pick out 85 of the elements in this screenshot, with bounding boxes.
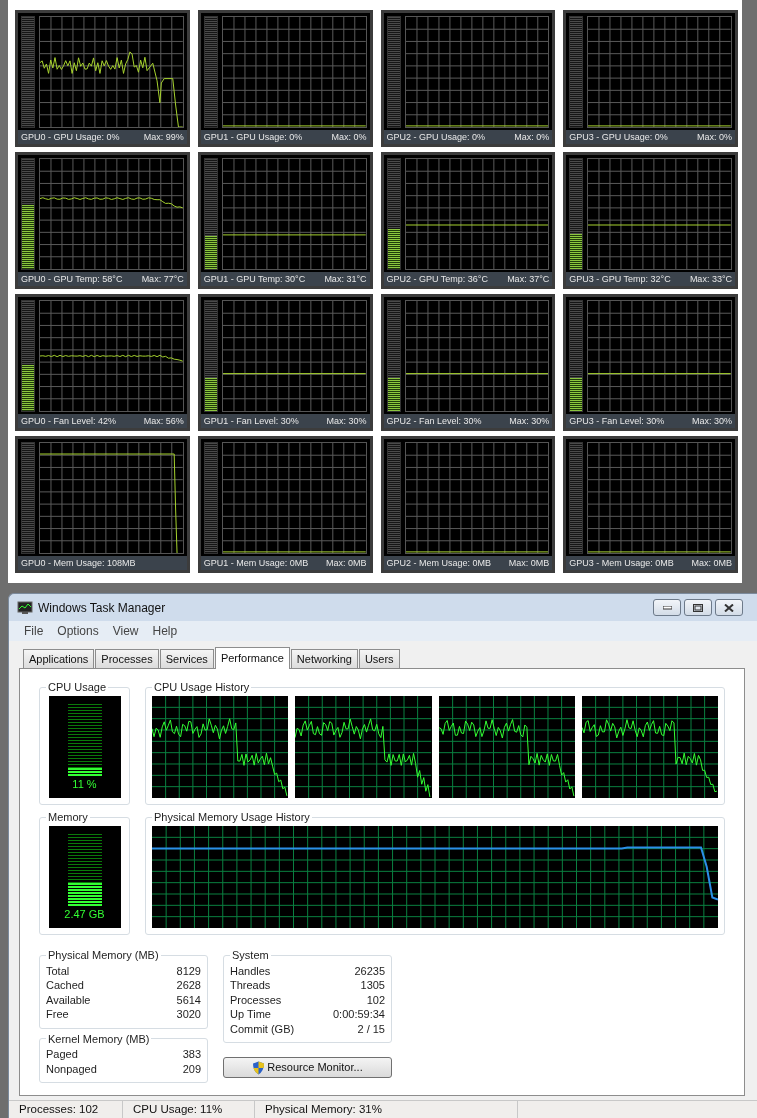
max-reading: Max: 30% (691, 416, 732, 426)
tab[interactable]: Performance (214, 647, 290, 669)
shield-icon (252, 1060, 266, 1075)
max-reading: Max: 30% (509, 416, 550, 426)
status-text: Physical Memory: 31% (255, 1101, 518, 1118)
stat-value: 209 (182, 1061, 201, 1076)
tab[interactable]: Processes (95, 649, 159, 668)
tab[interactable]: Users (358, 649, 400, 668)
group-title: Physical Memory Usage History (153, 810, 311, 825)
max-reading: Max: 99% (143, 132, 184, 142)
group-title: System (231, 948, 270, 963)
stat-value: 0:00:59:34 (333, 1007, 385, 1022)
gauge-label: GPU1 - Fan Level: 30% (203, 416, 299, 426)
gauge-label: GPU1 - GPU Temp: 30°C (203, 274, 306, 284)
tab[interactable]: Services (159, 649, 214, 668)
gauge-label: GPU0 - Mem Usage: 108MB (21, 558, 136, 568)
max-reading: Max: 31°C (324, 274, 367, 284)
stat-value: 2628 (176, 978, 201, 993)
menu-item[interactable]: Options (57, 622, 99, 640)
maximize-button[interactable] (684, 599, 712, 616)
menu-item[interactable]: File (24, 622, 44, 640)
max-reading: Max: 37°C (507, 274, 550, 284)
stat-value: 8129 (176, 963, 201, 978)
gauge-label: GPU2 - Mem Usage: 0MB (386, 558, 492, 568)
max-reading: Max: 0MB (326, 558, 367, 568)
monitor-icon (17, 600, 33, 615)
max-reading: Max: 0% (514, 132, 550, 142)
stat-label: Commit (GB) (230, 1021, 295, 1036)
max-reading: Max: 0% (331, 132, 367, 142)
group-title: Kernel Memory (MB) (47, 1031, 151, 1047)
stat-value: 102 (366, 992, 385, 1007)
stat-value: 26235 (354, 963, 385, 978)
maximize-icon (693, 603, 703, 612)
stat-label: Available (46, 992, 91, 1007)
menu-item[interactable]: View (112, 622, 139, 640)
group-title: CPU Usage (47, 680, 108, 695)
stat-label: Up Time (230, 1007, 271, 1022)
tab[interactable]: Applications (23, 649, 95, 668)
gauge-label: GPU3 - GPU Usage: 0% (569, 132, 668, 142)
status-text: CPU Usage: 11% (123, 1101, 255, 1118)
max-reading: Max: 56% (143, 416, 184, 426)
stat-value: 3020 (176, 1007, 201, 1022)
gauge-label: GPU3 - Mem Usage: 0MB (569, 558, 674, 568)
gauge-label: GPU0 - GPU Usage: 0% (21, 132, 120, 142)
minimize-button[interactable] (653, 599, 681, 616)
stat-label: Nonpaged (46, 1061, 97, 1076)
gauge-label: GPU0 - Fan Level: 42% (21, 416, 117, 426)
max-reading: Max: 0MB (508, 558, 550, 568)
group-title: CPU Usage History (153, 680, 251, 695)
group-title: Physical Memory (MB) (47, 948, 160, 963)
max-reading: Max: 77°C (141, 274, 184, 284)
window-title: Windows Task Manager (38, 599, 166, 617)
stat-label: Handles (230, 963, 271, 978)
tab[interactable]: Networking (290, 649, 358, 668)
max-reading: Max: 0MB (691, 558, 732, 568)
stat-label: Paged (46, 1047, 78, 1062)
gauge-label: GPU2 - GPU Usage: 0% (386, 132, 486, 142)
meter-reading: 2.47 GB (64, 908, 105, 920)
stat-value: 383 (182, 1047, 201, 1062)
gauge-label: GPU1 - Mem Usage: 0MB (203, 558, 309, 568)
stat-label: Free (46, 1007, 69, 1022)
max-reading: Max: 0% (697, 132, 732, 142)
stat-label: Threads (230, 978, 271, 993)
gauge-label: GPU1 - GPU Usage: 0% (203, 132, 303, 142)
stat-label: Processes (230, 992, 282, 1007)
stat-label: Cached (46, 978, 84, 993)
stat-label: Total (46, 963, 70, 978)
max-reading: Max: 30% (326, 416, 367, 426)
close-button[interactable] (715, 599, 743, 616)
stat-value: 1305 (360, 978, 385, 993)
gauge-label: GPU3 - GPU Temp: 32°C (569, 274, 671, 284)
gauge-label: GPU2 - Fan Level: 30% (386, 416, 482, 426)
group-title: Memory (47, 810, 89, 825)
stat-value: 2 / 15 (357, 1021, 385, 1036)
meter-reading: 11 % (72, 778, 97, 790)
gauge-label: GPU2 - GPU Temp: 36°C (386, 274, 488, 284)
menu-item[interactable]: Help (152, 622, 178, 640)
stat-value: 5614 (176, 992, 201, 1007)
gauge-label: GPU0 - GPU Temp: 58°C (21, 274, 123, 284)
resource-monitor-button[interactable]: Resource Monitor... (223, 1057, 392, 1078)
gauge-label: GPU3 - Fan Level: 30% (569, 416, 665, 426)
minimize-icon (662, 605, 672, 610)
close-icon (724, 603, 734, 612)
max-reading: Max: 33°C (689, 274, 732, 284)
status-text: Processes: 102 (9, 1101, 123, 1118)
